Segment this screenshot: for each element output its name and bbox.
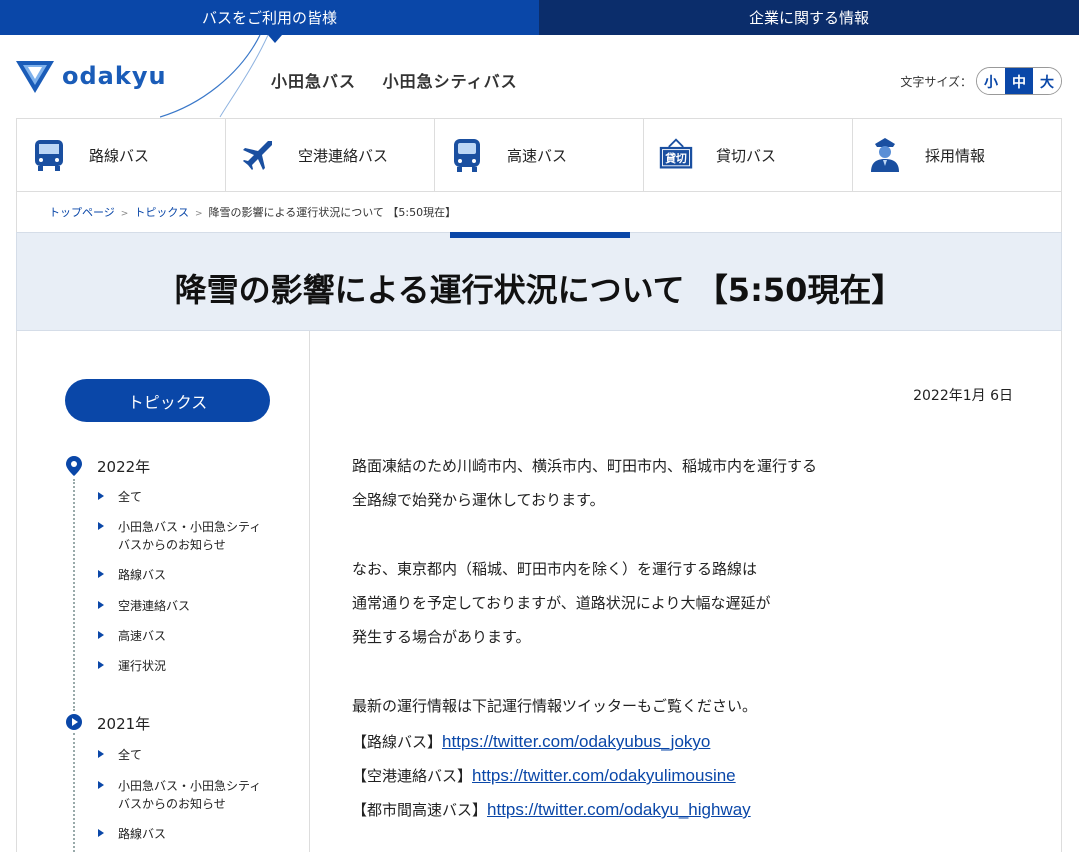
company-name-odakyu-city-bus: 小田急シティバス [382,72,518,91]
nav-item-label: 高速バス [507,146,568,165]
font-size-control: 文字サイズ： 小 中 大 [900,67,1062,95]
content-frame: トピックス 2022年 全て 小田急バス・小田急シティバスからのお知らせ 路線バ… [16,331,1062,852]
breadcrumb-separator-icon: > [120,209,129,219]
category-link[interactable]: 小田急バス・小田急シティバスからのお知らせ [98,777,268,813]
breadcrumb-home-link[interactable]: トップページ [49,206,115,219]
staff-person-icon [867,136,903,174]
triangle-right-icon [98,750,104,758]
tab-corporate[interactable]: 企業に関する情報 [539,0,1079,35]
nav-item-recruit[interactable]: 採用情報 [853,119,1061,191]
triangle-right-icon [98,631,104,639]
nav-item-route-bus[interactable]: 路線バス [17,119,226,191]
paragraph-line: なお、東京都内（稲城、町田市内を除く）を運行する路線は [352,560,758,578]
paragraph-3: 最新の運行情報は下記運行情報ツイッターもご覧ください。 [352,689,757,723]
company-name-odakyu-bus: 小田急バス [271,72,357,91]
paragraph-line: 通常通りを予定しておりますが、道路状況により大幅な遅延が [352,594,771,612]
timeline-line [73,733,75,852]
font-size-label: 文字サイズ： [900,74,972,89]
link-label: 【空港連絡バス】 [352,767,473,785]
triangle-right-icon [98,570,104,578]
category-link[interactable]: 路線バス [98,566,268,584]
highway-bus-icon [449,136,485,174]
airplane-icon [240,136,276,174]
article-date: 2022年1月 6日 [913,388,1013,404]
title-band: 降雪の影響による運行状況について 【5:50現在】 [16,232,1062,331]
twitter-link-row: 【路線バス】https://twitter.com/odakyubus_joky… [352,731,710,752]
link-label: 【路線バス】 [352,733,443,751]
font-size-small-button[interactable]: 小 [977,68,1005,94]
nav-item-label: 路線バス [89,146,150,165]
odakyu-logo[interactable]: odakyu [14,57,167,95]
paragraph-line: 発生する場合があります。 [352,628,531,646]
company-names: 小田急バス 小田急シティバス [271,68,538,92]
breadcrumb-topics-link[interactable]: トピックス [134,206,189,219]
nav-item-highway-bus[interactable]: 高速バス [435,119,644,191]
top-tabs: バスをご利用の皆様 企業に関する情報 [0,0,1079,43]
year-heading-2021[interactable]: 2021年 [97,713,150,734]
nav-item-label: 採用情報 [925,146,986,165]
breadcrumb: トップページ > トピックス > 降雪の影響による運行状況について 【5:50現在】 [16,192,1062,232]
twitter-link-row: 【都市間高速バス】https://twitter.com/odakyu_high… [352,799,751,820]
tab-customer[interactable]: バスをご利用の皆様 [0,0,539,43]
category-link[interactable]: 全て [98,746,268,764]
tab-corporate-label: 企業に関する情報 [748,9,869,27]
paragraph-line: 最新の運行情報は下記運行情報ツイッターもご覧ください。 [352,697,758,715]
timeline-line [73,479,75,711]
triangle-right-icon [98,492,104,500]
topics-button[interactable]: トピックス [65,379,270,422]
triangle-right-icon [98,781,104,789]
category-link[interactable]: 路線バス [98,825,268,843]
main-nav: 路線バス 空港連絡バス 高速バス 貸切 貸切バス 採用情報 [16,118,1062,192]
twitter-link-row: 【空港連絡バス】https://twitter.com/odakyulimous… [352,765,736,786]
category-link[interactable]: 運行状況 [98,657,268,675]
svg-text:貸切: 貸切 [664,152,687,165]
bus-front-icon [31,136,67,174]
link-label: 【都市間高速バス】 [352,801,488,819]
site-header: odakyu 小田急バス 小田急シティバス 文字サイズ： 小 中 大 [0,35,1079,118]
title-accent-bar [450,232,630,238]
page-title: 降雪の影響による運行状況について 【5:50現在】 [174,271,904,309]
article-body: 2022年1月 6日 路面凍結のため川崎市内、横浜市内、町田市内、稲城市内を運行… [311,331,1061,852]
twitter-link-highway-bus[interactable]: https://twitter.com/odakyu_highway [487,800,751,819]
triangle-right-icon [98,661,104,669]
logo-text: odakyu [62,62,167,90]
paragraph-1: 路面凍結のため川崎市内、横浜市内、町田市内、稲城市内を運行する 全路線で始発から… [352,449,817,517]
odakyu-logo-icon [16,61,54,93]
tab-customer-label: バスをご利用の皆様 [201,9,337,27]
category-link[interactable]: 全て [98,488,268,506]
charter-sign-icon: 貸切 [658,136,694,174]
breadcrumb-separator-icon: > [195,209,203,219]
category-link[interactable]: 高速バス [98,627,268,645]
play-circle-icon [66,714,82,730]
font-size-medium-button[interactable]: 中 [1005,68,1033,94]
font-size-large-button[interactable]: 大 [1033,68,1061,94]
paragraph-2: なお、東京都内（稲城、町田市内を除く）を運行する路線は 通常通りを予定しておりま… [352,552,771,654]
year-heading-2022[interactable]: 2022年 [97,456,150,477]
sidebar: トピックス 2022年 全て 小田急バス・小田急シティバスからのお知らせ 路線バ… [17,331,310,852]
twitter-link-airport-bus[interactable]: https://twitter.com/odakyulimousine [472,766,736,785]
triangle-right-icon [98,522,104,530]
nav-item-label: 貸切バス [716,146,777,165]
font-size-buttons: 小 中 大 [976,67,1062,95]
twitter-link-route-bus[interactable]: https://twitter.com/odakyubus_jokyo [442,732,710,751]
category-link[interactable]: 小田急バス・小田急シティバスからのお知らせ [98,518,268,554]
triangle-right-icon [98,829,104,837]
triangle-right-icon [98,601,104,609]
paragraph-line: 全路線で始発から運休しております。 [352,491,605,509]
breadcrumb-current: 降雪の影響による運行状況について 【5:50現在】 [208,206,457,219]
nav-item-charter-bus[interactable]: 貸切 貸切バス [644,119,853,191]
swoosh-decoration [160,35,269,118]
nav-item-airport-bus[interactable]: 空港連絡バス [226,119,435,191]
nav-item-label: 空港連絡バス [298,146,389,165]
location-pin-icon [66,456,82,476]
paragraph-line: 路面凍結のため川崎市内、横浜市内、町田市内、稲城市内を運行する [352,457,818,475]
category-link[interactable]: 空港連絡バス [98,597,268,615]
